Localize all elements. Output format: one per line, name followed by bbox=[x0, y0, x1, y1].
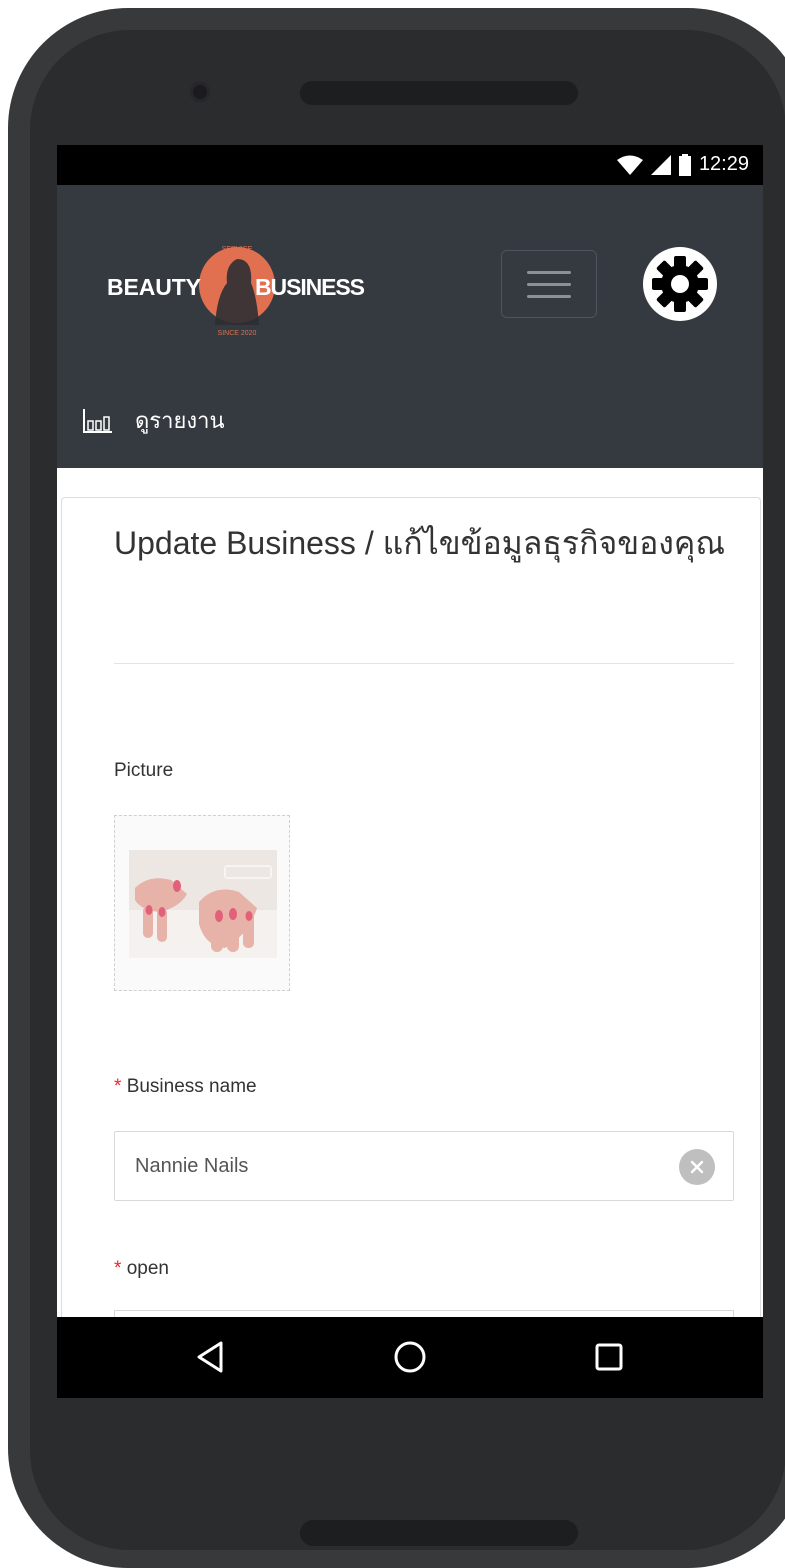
open-label: * open bbox=[114, 1258, 169, 1279]
nav-item-report-label: ดูรายงาน bbox=[135, 408, 225, 433]
app-header: SERVICE BEAUTY BUSINESS SINCE 2020 ดูราย… bbox=[57, 185, 763, 468]
svg-text:SERVICE: SERVICE bbox=[222, 246, 253, 253]
picture-upload[interactable] bbox=[114, 815, 290, 991]
battery-icon bbox=[678, 153, 691, 176]
business-picture-thumbnail bbox=[129, 850, 277, 958]
required-mark: * bbox=[114, 1076, 122, 1097]
business-name-label: * Business name bbox=[114, 1076, 257, 1097]
required-mark: * bbox=[114, 1258, 122, 1279]
earpiece-speaker bbox=[300, 81, 578, 105]
home-icon[interactable] bbox=[390, 1337, 430, 1377]
svg-text:BEAUTY: BEAUTY bbox=[107, 274, 201, 300]
status-bar: 12:29 bbox=[57, 145, 763, 185]
svg-text:BUSINESS: BUSINESS bbox=[255, 274, 365, 300]
divider bbox=[114, 663, 734, 664]
menu-toggle-button[interactable] bbox=[501, 250, 597, 318]
gear-icon[interactable] bbox=[643, 247, 717, 321]
business-name-value: Nannie Nails bbox=[135, 1155, 249, 1177]
front-camera bbox=[190, 82, 210, 102]
svg-text:SINCE 2020: SINCE 2020 bbox=[218, 330, 257, 337]
business-name-input[interactable]: Nannie Nails bbox=[114, 1131, 734, 1201]
wifi-icon bbox=[616, 155, 643, 175]
picture-label: Picture bbox=[114, 760, 174, 781]
recents-icon[interactable] bbox=[589, 1337, 629, 1377]
bar-chart-icon bbox=[83, 408, 112, 433]
page-title: Update Business / แก้ไขข้อมูลธุรกิจของคุ… bbox=[114, 525, 726, 561]
brand-logo[interactable]: SERVICE BEAUTY BUSINESS SINCE 2020 bbox=[107, 237, 367, 337]
screen: 12:29 SERVICE BEAUTY BUSINESS SINCE 2020 bbox=[57, 145, 763, 1398]
bottom-speaker bbox=[300, 1520, 578, 1546]
back-icon[interactable] bbox=[191, 1337, 231, 1377]
nav-item-report[interactable]: ดูรายงาน bbox=[83, 403, 224, 438]
status-time: 12:29 bbox=[698, 153, 749, 175]
menu-icon bbox=[527, 270, 571, 274]
update-business-card: Update Business / แก้ไขข้อมูลธุรกิจของคุ… bbox=[61, 497, 761, 1398]
signal-icon bbox=[650, 154, 671, 175]
clear-icon[interactable] bbox=[679, 1149, 715, 1185]
android-nav-bar bbox=[57, 1317, 763, 1398]
